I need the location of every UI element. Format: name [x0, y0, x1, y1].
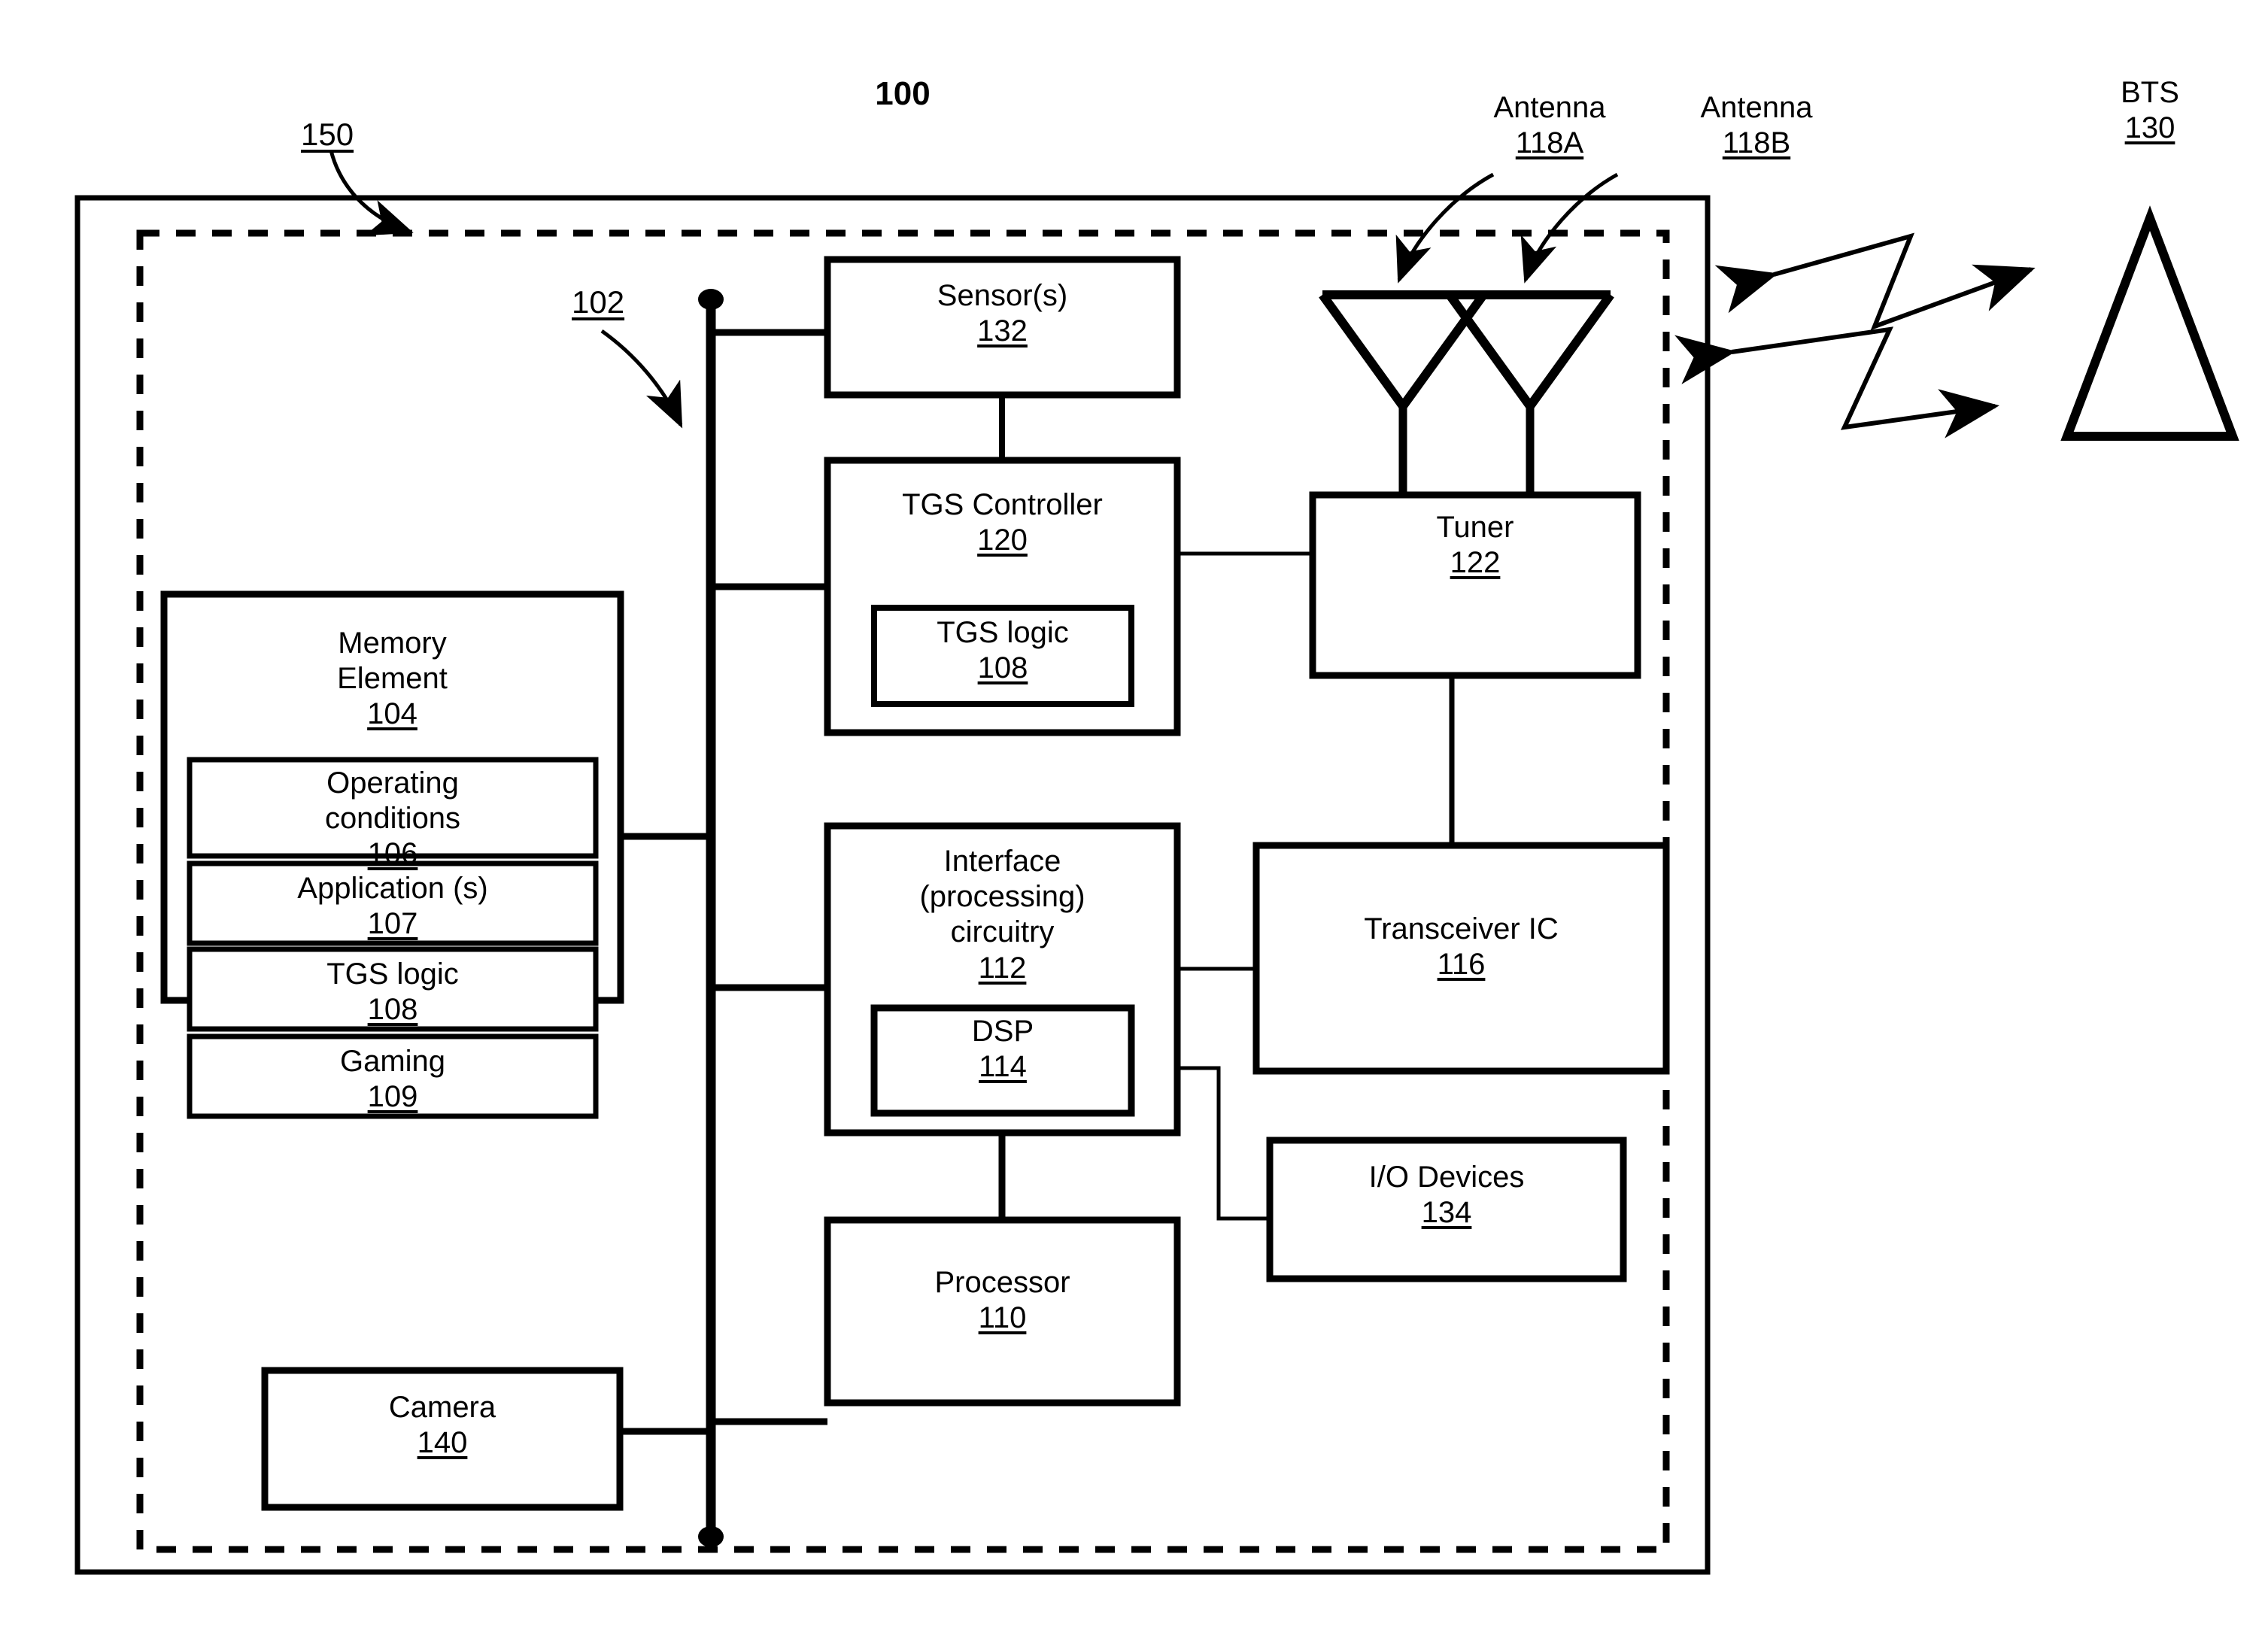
rf-link-lower — [1674, 326, 1999, 439]
interface-title-line1: Interface — [943, 845, 1061, 878]
bts-tower-triangle — [2060, 205, 2239, 441]
gaming-label: Gaming 109 — [190, 1044, 596, 1115]
transceiver-ref: 116 — [1437, 948, 1486, 982]
antenna-118b-label: Antenna 118B — [1659, 90, 1854, 161]
operating-conditions-label: Operating conditions 106 — [190, 766, 596, 873]
interface-title-line3: circuitry — [950, 915, 1055, 949]
bus-ref-102: 102 — [572, 284, 625, 320]
antenna-118b-ref: 118B — [1722, 126, 1791, 160]
camera-label: Camera 140 — [265, 1390, 620, 1461]
interface-ref: 112 — [978, 951, 1027, 985]
interface-title-line2: (processing) — [919, 880, 1085, 914]
io-devices-label: I/O Devices 134 — [1270, 1160, 1623, 1231]
bus-terminal-dot-bottom — [698, 1526, 724, 1547]
tgs-controller-ref: 120 — [977, 524, 1028, 557]
sensors-title: Sensor(s) — [937, 279, 1068, 312]
tgs-logic-memory-title: TGS logic — [326, 958, 459, 991]
processor-title: Processor — [934, 1266, 1070, 1299]
operating-ref: 106 — [367, 837, 418, 871]
processor-label: Processor 110 — [827, 1265, 1177, 1336]
applications-ref: 107 — [367, 907, 418, 941]
processor-ref: 110 — [978, 1301, 1027, 1335]
tgs-logic-memory-label: TGS logic 108 — [190, 957, 596, 1027]
bts-ref: 130 — [2124, 111, 2175, 145]
dsp-title: DSP — [971, 1015, 1034, 1048]
bus-102-leader — [600, 329, 683, 429]
system-150-leader — [329, 150, 414, 236]
memory-title-line1: Memory — [338, 627, 447, 660]
bus-terminal-dot-top — [698, 289, 724, 310]
sensors-ref: 132 — [977, 314, 1028, 348]
sensors-label: Sensor(s) 132 — [827, 278, 1177, 349]
bts-title: BTS — [2121, 76, 2179, 109]
tgs-controller-label: TGS Controller 120 — [827, 487, 1177, 558]
tgs-logic-controller-title: TGS logic — [937, 616, 1069, 649]
rf-link-upper — [1714, 232, 2036, 331]
dsp-to-io-devices-link — [1177, 1066, 1270, 1221]
dsp-ref: 114 — [979, 1050, 1027, 1084]
interface-circuitry-label: Interface (processing) circuitry 112 — [827, 844, 1177, 986]
camera-ref: 140 — [417, 1426, 468, 1460]
operating-title-line1: Operating — [326, 766, 459, 800]
operating-title-line2: conditions — [324, 802, 461, 836]
io-devices-title: I/O Devices — [1368, 1161, 1525, 1194]
antenna-118b-leader — [1520, 172, 1619, 284]
memory-ref: 104 — [367, 697, 417, 731]
bts-label: BTS 130 — [2067, 75, 2233, 146]
antenna-118b-title: Antenna — [1700, 91, 1813, 124]
transceiver-ic-label: Transceiver IC 116 — [1256, 912, 1666, 982]
io-devices-ref: 134 — [1421, 1196, 1472, 1230]
tgs-logic-memory-ref: 108 — [367, 993, 418, 1027]
patent-figure-canvas: 100 150 102 Sensor(s) 132 TGS Controller… — [0, 0, 2268, 1651]
antenna-118a-label: Antenna 118A — [1452, 90, 1647, 161]
gaming-title: Gaming — [339, 1045, 446, 1078]
figure-number: 100 — [875, 75, 931, 112]
transceiver-title: Transceiver IC — [1364, 912, 1559, 945]
applications-title: Application (s) — [297, 872, 488, 905]
antenna-118a-leader — [1395, 172, 1495, 284]
system-ref-150: 150 — [301, 117, 354, 152]
camera-title: Camera — [388, 1391, 496, 1424]
gaming-ref: 109 — [367, 1080, 418, 1114]
dsp-label: DSP 114 — [874, 1014, 1131, 1085]
tuner-label: Tuner 122 — [1313, 510, 1638, 581]
memory-element-label: Memory Element 104 — [164, 626, 621, 733]
tgs-controller-title: TGS Controller — [902, 488, 1103, 521]
antenna-118a-title: Antenna — [1493, 91, 1606, 124]
tgs-logic-controller-label: TGS logic 108 — [874, 615, 1131, 686]
tuner-title: Tuner — [1436, 511, 1514, 544]
memory-title-line2: Element — [337, 662, 448, 696]
tgs-logic-controller-ref: 108 — [977, 651, 1028, 685]
tuner-ref: 122 — [1450, 546, 1501, 580]
antenna-118a-ref: 118A — [1515, 126, 1584, 160]
applications-label: Application (s) 107 — [190, 871, 596, 942]
